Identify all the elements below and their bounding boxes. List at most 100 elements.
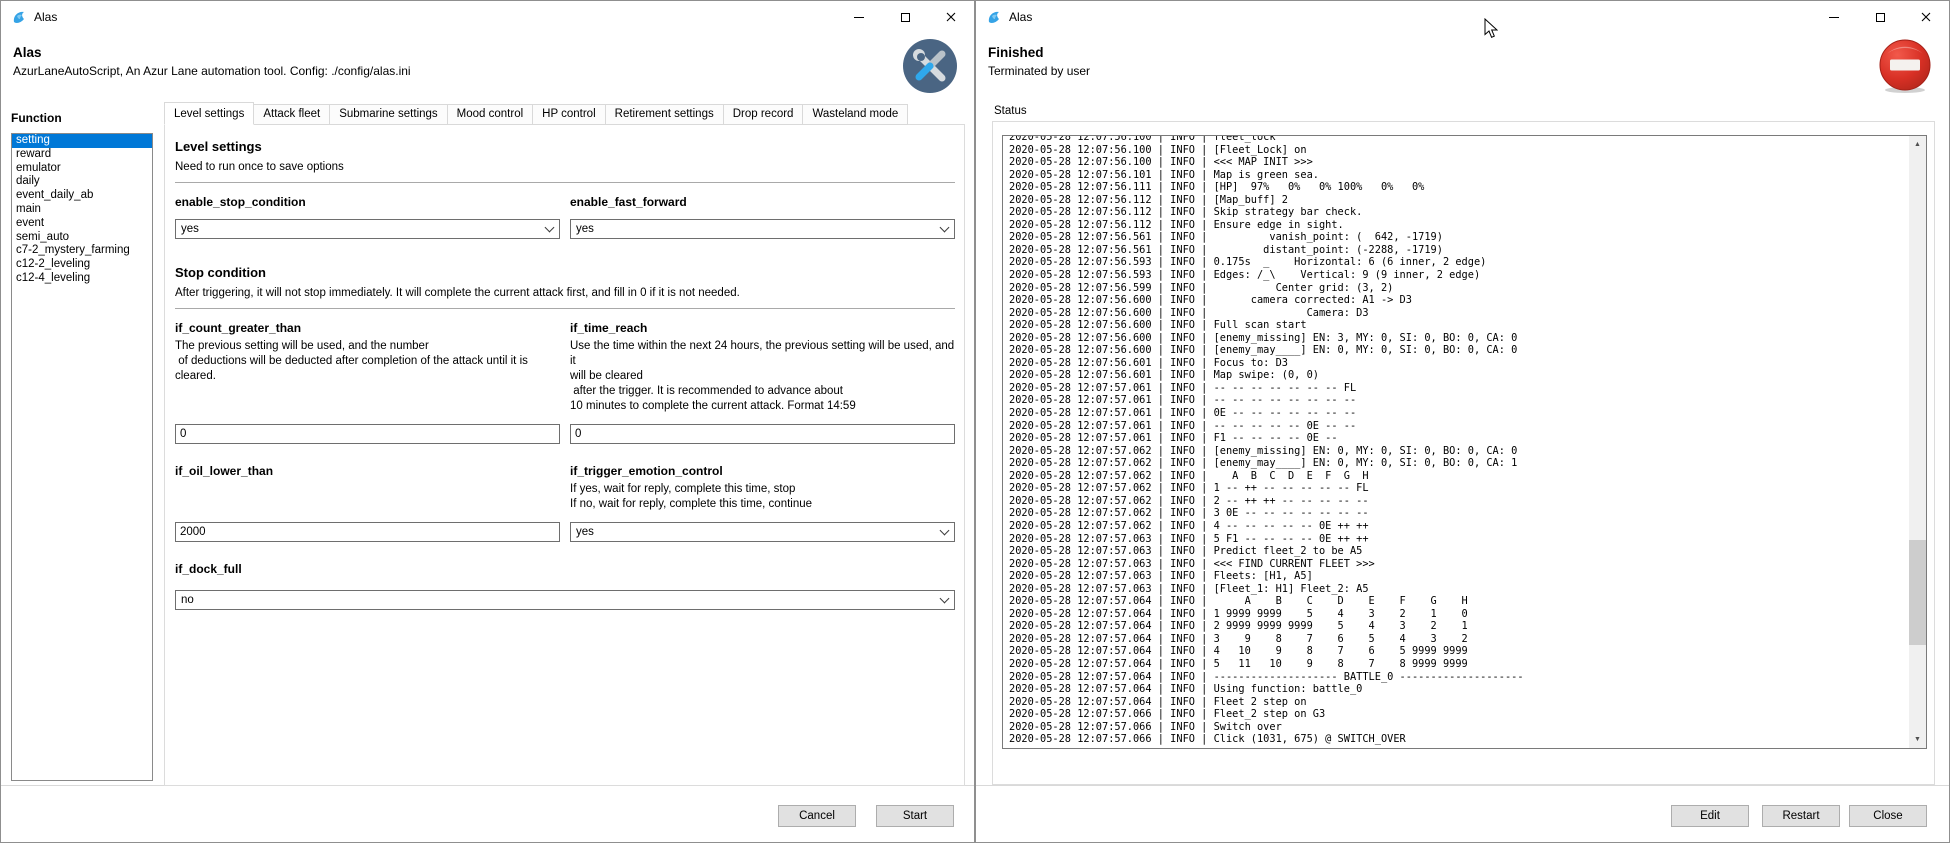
log-line: 2020-05-28 12:07:57.061 | INFO | -- -- -… (1009, 382, 1908, 395)
log-line: 2020-05-28 12:07:57.062 | INFO | A B C D… (1009, 470, 1908, 483)
log-viewport[interactable]: 2020-05-28 12:07:56.100 | INFO | fleet_l… (1002, 135, 1927, 749)
function-list-item[interactable]: emulator (12, 162, 152, 176)
log-line: 2020-05-28 12:07:57.062 | INFO | [enemy_… (1009, 457, 1908, 470)
chevron-down-icon (940, 222, 950, 232)
restart-button[interactable]: Restart (1762, 805, 1840, 827)
tab[interactable]: Submarine settings (330, 104, 447, 125)
function-list-item[interactable]: c12-4_leveling (12, 272, 152, 286)
close-button[interactable] (1903, 1, 1949, 33)
status-groupbox: 2020-05-28 12:07:56.100 | INFO | fleet_l… (992, 121, 1935, 785)
start-button[interactable]: Start (876, 805, 954, 827)
tab[interactable]: Drop record (724, 104, 804, 125)
maximize-button[interactable] (882, 1, 928, 33)
function-list-item[interactable]: event_daily_ab (12, 189, 152, 203)
app-logo-icon (986, 9, 1002, 25)
log-line: 2020-05-28 12:07:57.062 | INFO | 2 -- ++… (1009, 495, 1908, 508)
log-line: 2020-05-28 12:07:57.061 | INFO | -- -- -… (1009, 394, 1908, 407)
section-desc: Need to run once to save options (175, 161, 955, 173)
log-line: 2020-05-28 12:07:57.063 | INFO | [Fleet_… (1009, 583, 1908, 596)
log-line: 2020-05-28 12:07:56.600 | INFO | [enemy_… (1009, 332, 1908, 345)
config-footer: Cancel Start (1, 785, 974, 842)
log-line: 2020-05-28 12:07:57.062 | INFO | 4 -- --… (1009, 520, 1908, 533)
function-list[interactable]: setting reward emulator daily event_dail… (11, 133, 153, 781)
tools-icon (902, 38, 958, 94)
cancel-button[interactable]: Cancel (778, 805, 856, 827)
function-list-item[interactable]: daily (12, 175, 152, 189)
if-oil-lower-than-input[interactable] (175, 522, 560, 542)
form-row-oil-emotion: if_oil_lower_than if_trigger_emotion_con… (175, 464, 955, 542)
log-line: 2020-05-28 12:07:57.064 | INFO | Fleet 2… (1009, 696, 1908, 709)
status-header: Finished Terminated by user (976, 33, 1949, 105)
field-label: if_oil_lower_than (175, 464, 560, 478)
log-line: 2020-05-28 12:07:56.600 | INFO | [enemy_… (1009, 344, 1908, 357)
window-title: Alas (34, 10, 57, 24)
app-logo-icon (11, 9, 27, 25)
log-line: 2020-05-28 12:07:57.061 | INFO | -- -- -… (1009, 420, 1908, 433)
log-line: 2020-05-28 12:07:56.561 | INFO | vanish_… (1009, 231, 1908, 244)
log-line: 2020-05-28 12:07:57.064 | INFO | 1 9999 … (1009, 608, 1908, 621)
log-line: 2020-05-28 12:07:56.600 | INFO | Full sc… (1009, 319, 1908, 332)
log-line: 2020-05-28 12:07:56.593 | INFO | 0.175s … (1009, 256, 1908, 269)
enable-fast-forward-select[interactable]: yes (570, 219, 955, 239)
log-line: 2020-05-28 12:07:57.064 | INFO | 4 10 9 … (1009, 645, 1908, 658)
titlebar[interactable]: Alas (976, 1, 1949, 33)
field-label: enable_fast_forward (570, 195, 955, 209)
if-count-greater-than-input[interactable] (175, 424, 560, 444)
log-scrollbar[interactable]: ▲ ▼ (1909, 136, 1926, 748)
alas-log-window: Alas Finished Terminated by user Status (975, 0, 1950, 843)
scroll-down-icon[interactable]: ▼ (1909, 731, 1926, 748)
function-list-item[interactable]: reward (12, 148, 152, 162)
log-footer: Edit Restart Close (976, 785, 1949, 842)
function-list-item[interactable]: c7-2_mystery_farming (12, 244, 152, 258)
chevron-down-icon (940, 593, 950, 603)
function-list-item[interactable]: main (12, 203, 152, 217)
close-icon (1921, 12, 1931, 22)
field-label: enable_stop_condition (175, 195, 560, 209)
tab[interactable]: Attack fleet (254, 104, 330, 125)
status-group-label: Status (994, 105, 1027, 117)
tab[interactable]: Wasteland mode (803, 104, 908, 125)
log-line: 2020-05-28 12:07:57.063 | INFO | Predict… (1009, 545, 1908, 558)
maximize-icon (1876, 13, 1885, 22)
log-line: 2020-05-28 12:07:57.063 | INFO | 5 F1 --… (1009, 533, 1908, 546)
form-row-enable: enable_stop_condition enable_fast_forwar… (175, 195, 955, 239)
tab[interactable]: Mood control (448, 104, 533, 125)
log-line: 2020-05-28 12:07:56.112 | INFO | Skip st… (1009, 206, 1908, 219)
chevron-down-icon (940, 525, 950, 535)
log-line: 2020-05-28 12:07:57.064 | INFO | 2 9999 … (1009, 620, 1908, 633)
minimize-button[interactable] (1811, 1, 1857, 33)
log-line: 2020-05-28 12:07:57.063 | INFO | Fleets:… (1009, 570, 1908, 583)
log-line: 2020-05-28 12:07:57.062 | INFO | [enemy_… (1009, 445, 1908, 458)
function-list-item[interactable]: semi_auto (12, 231, 152, 245)
function-list-item[interactable]: c12-2_leveling (12, 258, 152, 272)
close-action-button[interactable]: Close (1849, 805, 1927, 827)
function-label: Function (11, 111, 153, 125)
log-line: 2020-05-28 12:07:57.063 | INFO | <<< FIN… (1009, 558, 1908, 571)
function-list-item[interactable]: event (12, 217, 152, 231)
form-row-count-time: if_count_greater_than The previous setti… (175, 321, 955, 444)
log-line: 2020-05-28 12:07:56.601 | INFO | Map swi… (1009, 369, 1908, 382)
tab[interactable]: Level settings (164, 102, 254, 125)
edit-button[interactable]: Edit (1671, 805, 1749, 827)
if-trigger-emotion-control-select[interactable]: yes (570, 522, 955, 542)
scrollbar-thumb[interactable] (1909, 540, 1926, 645)
stop-condition-desc: After triggering, it will not stop immed… (175, 287, 955, 299)
enable-stop-condition-select[interactable]: yes (175, 219, 560, 239)
alas-config-window: Alas Alas AzurLaneAutoScript, An Azur La… (0, 0, 975, 843)
tab[interactable]: Retirement settings (606, 104, 724, 125)
status-subtitle: Terminated by user (988, 64, 1937, 78)
minimize-button[interactable] (836, 1, 882, 33)
if-dock-full-select[interactable]: no (175, 590, 955, 610)
select-value: yes (576, 223, 941, 235)
close-button[interactable] (928, 1, 974, 33)
scroll-up-icon[interactable]: ▲ (1909, 136, 1926, 153)
mouse-cursor (1484, 18, 1498, 39)
tab[interactable]: HP control (533, 104, 605, 125)
function-list-item[interactable]: setting (12, 134, 152, 148)
if-time-reach-input[interactable] (570, 424, 955, 444)
page-title: Alas (13, 45, 962, 60)
log-line: 2020-05-28 12:07:57.062 | INFO | 1 -- ++… (1009, 482, 1908, 495)
log-line: 2020-05-28 12:07:56.561 | INFO | distant… (1009, 244, 1908, 257)
titlebar[interactable]: Alas (1, 1, 974, 33)
maximize-button[interactable] (1857, 1, 1903, 33)
